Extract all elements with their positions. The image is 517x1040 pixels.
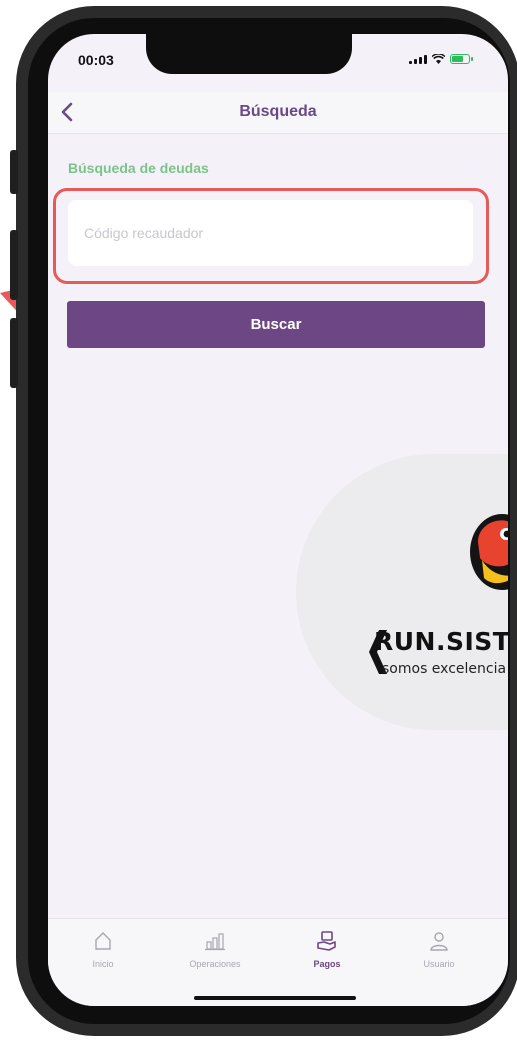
search-button[interactable]: Buscar	[67, 301, 485, 348]
payment-icon	[317, 931, 336, 951]
tab-pagos[interactable]: Pagos	[282, 929, 372, 969]
app-header: Búsqueda	[48, 92, 508, 134]
chart-icon	[205, 933, 225, 951]
bird-logo-icon	[470, 514, 508, 590]
page-title: Búsqueda	[239, 103, 317, 120]
user-icon	[430, 932, 448, 951]
stage: 00:03 Búsqueda Búsqueda de deudas Código…	[0, 0, 517, 1040]
section-label: Búsqueda de deudas	[68, 160, 209, 176]
tab-label: Operaciones	[189, 959, 241, 969]
notch	[146, 34, 352, 74]
tab-inicio[interactable]: Inicio	[58, 929, 148, 969]
status-time: 00:03	[78, 52, 114, 68]
mute-switch	[10, 150, 18, 194]
home-icon	[95, 932, 111, 950]
status-icons	[409, 54, 473, 64]
tab-label: Usuario	[423, 959, 455, 969]
signal-icon	[409, 55, 427, 64]
tab-usuario[interactable]: Usuario	[394, 929, 484, 969]
battery-icon	[450, 54, 473, 64]
phone-screen: 00:03 Búsqueda Búsqueda de deudas Código…	[48, 34, 508, 1006]
wifi-icon	[432, 54, 445, 64]
home-indicator[interactable]	[194, 996, 356, 1000]
tab-label: Pagos	[313, 959, 341, 969]
tab-bar: Inicio Operaciones Pagos Usuario	[48, 918, 508, 1006]
collector-code-input[interactable]	[68, 200, 473, 266]
tab-operaciones[interactable]: Operaciones	[170, 929, 260, 969]
tab-label: Inicio	[92, 959, 114, 969]
volume-up-button	[10, 230, 18, 300]
brand-tagline: somos excelencia e	[382, 661, 508, 677]
brand-name: RUN.SISTE	[374, 627, 508, 656]
volume-down-button	[10, 318, 18, 388]
